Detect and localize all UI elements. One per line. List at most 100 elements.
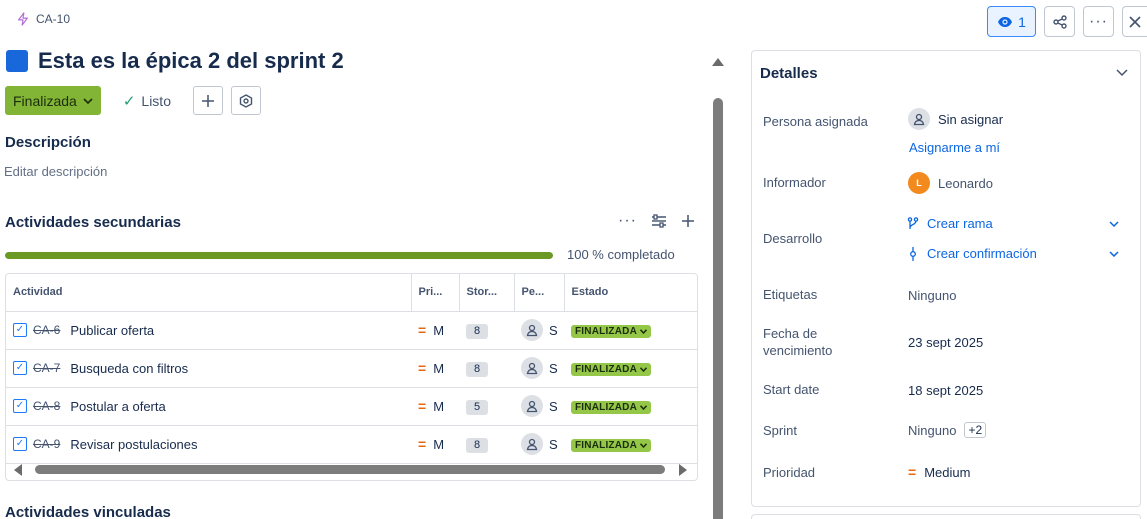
scroll-right-arrow-icon[interactable]: [679, 464, 687, 476]
apps-button[interactable]: [230, 86, 261, 115]
status-cell[interactable]: FINALIZADA: [564, 425, 697, 464]
row-issue-key[interactable]: CA-8: [33, 399, 60, 413]
task-checkbox-icon: ✓: [13, 399, 27, 413]
row-summary[interactable]: Postular a oferta: [70, 399, 165, 414]
add-button[interactable]: [192, 86, 223, 115]
column-header-priority[interactable]: Pri...: [411, 274, 460, 312]
priority-cell[interactable]: = M: [411, 311, 459, 350]
assignee-field[interactable]: Sin asignar: [908, 108, 1003, 130]
table-row[interactable]: ✓ CA-7 Busqueda con filtros = M 8 S FINA…: [6, 349, 697, 388]
assignee-cell[interactable]: S: [514, 349, 564, 388]
sprint-field[interactable]: Ninguno +2: [908, 422, 987, 438]
due-date-value[interactable]: 23 sept 2025: [908, 335, 983, 350]
row-priority: M: [433, 398, 445, 414]
hexagon-settings-icon: [239, 93, 253, 108]
assignee-cell[interactable]: S: [514, 387, 564, 426]
start-date-value[interactable]: 18 sept 2025: [908, 383, 983, 398]
commit-icon: [910, 246, 916, 261]
development-label: Desarrollo: [763, 231, 823, 246]
unassigned-avatar-icon: [521, 395, 543, 417]
table-header-row: Actividad Pri... Stor... Pe... Estado: [6, 274, 697, 312]
priority-field[interactable]: = Medium: [908, 464, 970, 480]
status-dropdown-button[interactable]: Finalizada: [5, 86, 101, 115]
story-points-cell[interactable]: 8: [459, 425, 514, 464]
row-summary[interactable]: Busqueda con filtros: [70, 361, 188, 376]
sprint-more-badge[interactable]: +2: [964, 422, 987, 438]
unassigned-avatar-icon: [521, 433, 543, 455]
story-points-cell[interactable]: 5: [459, 387, 514, 426]
share-button[interactable]: [1044, 6, 1075, 37]
activity-cell[interactable]: ✓ CA-6 Publicar oferta: [6, 311, 411, 350]
plus-icon[interactable]: [681, 214, 695, 228]
watch-button[interactable]: 1: [987, 6, 1036, 37]
priority-cell[interactable]: = M: [411, 387, 459, 426]
row-assignee: S: [549, 398, 558, 414]
chevron-down-icon: [640, 329, 647, 334]
status-lozenge[interactable]: FINALIZADA: [571, 439, 651, 452]
table-row[interactable]: ✓ CA-8 Postular a oferta = M 5 S FINALIZ…: [6, 387, 697, 426]
start-date-label: Start date: [763, 382, 820, 397]
assign-to-me-link[interactable]: Asignarme a mí: [909, 140, 1000, 155]
reporter-field[interactable]: L Leonardo: [908, 172, 993, 194]
priority-medium-icon: =: [418, 360, 427, 376]
scroll-left-arrow-icon[interactable]: [14, 464, 22, 476]
issue-title[interactable]: Esta es la épica 2 del sprint 2: [38, 48, 344, 74]
story-points-cell[interactable]: 8: [459, 349, 514, 388]
more-actions-button[interactable]: ···: [1083, 6, 1114, 37]
chevron-down-icon[interactable]: [1109, 220, 1119, 227]
row-issue-key[interactable]: CA-7: [33, 361, 60, 375]
labels-value[interactable]: Ninguno: [908, 288, 956, 303]
row-summary[interactable]: Publicar oferta: [70, 323, 154, 338]
reporter-avatar: L: [908, 172, 930, 194]
row-issue-key[interactable]: CA-6: [33, 323, 60, 337]
unassigned-avatar-icon: [521, 357, 543, 379]
priority-cell[interactable]: = M: [411, 349, 459, 388]
row-summary[interactable]: Revisar postulaciones: [70, 437, 197, 452]
more-icon: ···: [1089, 12, 1108, 30]
horizontal-scrollbar[interactable]: [6, 460, 697, 480]
scroll-up-arrow-icon[interactable]: [712, 58, 724, 66]
status-cell[interactable]: FINALIZADA: [564, 387, 697, 426]
priority-medium-icon: =: [418, 322, 427, 338]
details-heading[interactable]: Detalles: [760, 65, 818, 82]
create-commit-link[interactable]: Crear confirmación: [907, 246, 1119, 261]
activity-cell[interactable]: ✓ CA-8 Postular a oferta: [6, 387, 411, 426]
row-issue-key[interactable]: CA-9: [33, 437, 60, 451]
issue-main-content: Esta es la épica 2 del sprint 2 Finaliza…: [0, 44, 706, 519]
chevron-down-icon[interactable]: [1109, 250, 1119, 257]
column-header-story-points[interactable]: Stor...: [459, 274, 515, 312]
more-icon[interactable]: ···: [618, 213, 637, 229]
status-cell[interactable]: FINALIZADA: [564, 349, 697, 388]
chevron-down-icon[interactable]: [1116, 69, 1128, 77]
create-branch-label: Crear rama: [927, 216, 993, 231]
table-row[interactable]: ✓ CA-6 Publicar oferta = M 8 S FINALIZAD…: [6, 311, 697, 350]
assignee-cell[interactable]: S: [514, 425, 564, 464]
status-lozenge[interactable]: FINALIZADA: [571, 401, 651, 414]
progress-label: 100 % completado: [567, 247, 675, 262]
status-lozenge[interactable]: FINALIZADA: [571, 363, 651, 376]
description-editor[interactable]: Editar descripción: [4, 164, 107, 179]
status-lozenge[interactable]: FINALIZADA: [571, 325, 651, 338]
priority-cell[interactable]: = M: [411, 425, 459, 464]
column-header-status[interactable]: Estado: [564, 274, 697, 312]
table-row[interactable]: ✓ CA-9 Revisar postulaciones = M 8 S FIN…: [6, 425, 697, 464]
create-branch-link[interactable]: Crear rama: [907, 216, 1119, 231]
story-points-cell[interactable]: 8: [459, 311, 514, 350]
filter-sliders-icon[interactable]: [651, 214, 667, 228]
horizontal-scroll-thumb[interactable]: [35, 465, 665, 474]
labels-label: Etiquetas: [763, 287, 818, 302]
activity-cell[interactable]: ✓ CA-9 Revisar postulaciones: [6, 425, 411, 464]
column-header-assignee[interactable]: Pe...: [514, 274, 565, 312]
issue-key-breadcrumb[interactable]: CA-10: [16, 12, 70, 26]
activity-cell[interactable]: ✓ CA-7 Busqueda con filtros: [6, 349, 411, 388]
status-cell[interactable]: FINALIZADA: [564, 311, 697, 350]
column-header-activity[interactable]: Actividad: [6, 274, 412, 312]
chevron-down-icon: [640, 443, 647, 448]
close-button[interactable]: [1122, 6, 1147, 37]
assignee-cell[interactable]: S: [514, 311, 564, 350]
epic-lightning-icon: [18, 12, 28, 26]
resolution-label: Listo: [141, 92, 171, 109]
vertical-scroll-thumb[interactable]: [713, 98, 723, 519]
check-icon: ✓: [122, 92, 136, 110]
chevron-down-icon: [640, 367, 647, 372]
